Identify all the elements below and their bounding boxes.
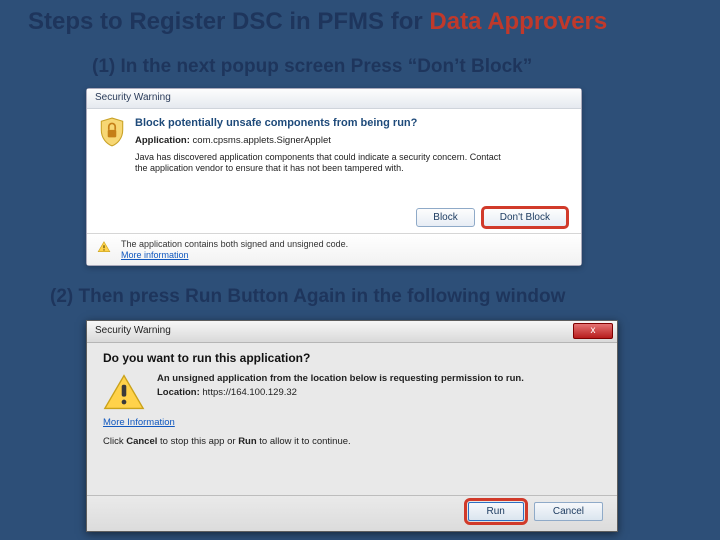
title-text-b: Data Approvers [429, 8, 607, 35]
cl-d: Run [238, 436, 256, 447]
more-information-link[interactable]: More information [121, 250, 571, 260]
dialog1-app-label: Application: [135, 135, 190, 146]
cl-b: Cancel [126, 436, 157, 447]
warning-triangle-icon [97, 240, 111, 254]
dialog2-buttons: Run Cancel [468, 502, 604, 521]
dialog1-app-value: com.cpsms.applets.SignerApplet [193, 135, 331, 146]
dialog1-body: Block potentially unsafe components from… [87, 109, 581, 233]
dialog2-location-value: https://164.100.129.32 [202, 387, 297, 398]
run-button[interactable]: Run [468, 502, 524, 521]
dialog2-row: An unsigned application from the locatio… [103, 373, 601, 417]
close-button[interactable]: x [573, 323, 613, 339]
dialog1-warning-text: The application contains both signed and… [121, 239, 348, 249]
warning-triangle-large-icon [103, 373, 145, 411]
dialog2-titlebar: Security Warning x [87, 321, 617, 343]
cancel-button[interactable]: Cancel [534, 502, 603, 521]
cl-a: Click [103, 436, 126, 447]
dialog1-description: Java has discovered application componen… [135, 152, 515, 175]
dialog2-lead-text: An unsigned application from the locatio… [157, 373, 537, 384]
title-text-a: Steps to Register DSC in PFMS for [28, 8, 429, 35]
cl-c: to stop this app or [157, 436, 238, 447]
dialog2-body: Do you want to run this application? An … [87, 343, 617, 497]
dialog2-button-bar: Run Cancel [87, 495, 617, 531]
dialog1-buttons: Block Don't Block [416, 208, 567, 227]
block-button[interactable]: Block [416, 208, 474, 227]
step-2-text: (2) Then press Run Button Again in the f… [50, 286, 690, 308]
dialog1-titlebar: Security Warning [87, 89, 581, 109]
step-1-text: (1) In the next popup screen Press “Don’… [92, 56, 652, 78]
cl-e: to allow it to continue. [257, 436, 351, 447]
dialog2-question: Do you want to run this application? [103, 351, 601, 365]
dialog2-cancel-line: Click Cancel to stop this app or Run to … [103, 436, 601, 447]
security-warning-dialog-1: Security Warning Block potentially unsaf… [86, 88, 582, 266]
dialog2-title: Security Warning [95, 325, 171, 336]
dialog1-question: Block potentially unsafe components from… [135, 117, 567, 129]
slide-title: Steps to Register DSC in PFMS for Data A… [28, 8, 692, 36]
shield-lock-icon [99, 117, 125, 147]
more-information-link-2[interactable]: More Information [103, 417, 175, 428]
dialog2-location: Location: https://164.100.129.32 [157, 387, 601, 398]
dont-block-button[interactable]: Don't Block [483, 208, 567, 227]
security-warning-dialog-2: Security Warning x Do you want to run th… [86, 320, 618, 532]
dialog1-app-line: Application: com.cpsms.applets.SignerApp… [135, 135, 567, 146]
slide: Steps to Register DSC in PFMS for Data A… [0, 0, 720, 540]
dialog1-warning-bar: The application contains both signed and… [87, 233, 581, 265]
dialog2-location-label: Location: [157, 387, 200, 398]
